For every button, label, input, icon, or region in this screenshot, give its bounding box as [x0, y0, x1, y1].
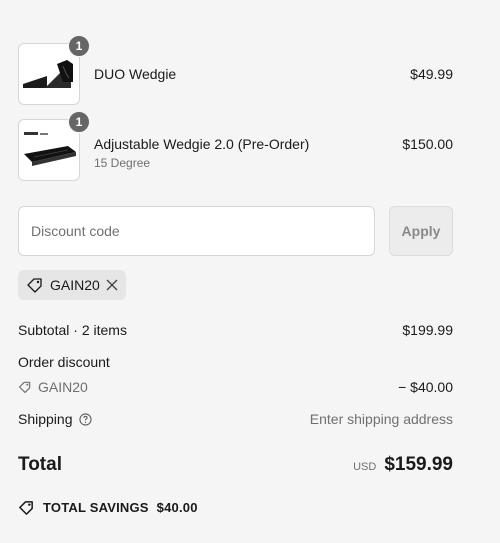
item-thumbnail-wrap: 1 — [18, 111, 90, 181]
tag-icon — [18, 499, 35, 516]
total-row: Total USD $159.99 — [18, 454, 453, 476]
item-info: DUO Wedgie — [80, 43, 410, 83]
total-savings: TOTAL SAVINGS $40.00 — [18, 499, 198, 516]
discount-code-input[interactable] — [18, 206, 375, 256]
shipping-row: Shipping Enter shipping address — [18, 411, 453, 427]
help-icon[interactable] — [78, 412, 92, 426]
subtotal-row: Subtotal · 2 items $199.99 — [18, 322, 453, 338]
order-discount-row: Order discount — [18, 354, 453, 370]
item-price: $150.00 — [402, 136, 453, 152]
order-discount-code-row: GAIN20 − $40.00 — [18, 379, 453, 395]
savings-value: $40.00 — [156, 500, 198, 515]
order-discount-value: − $40.00 — [398, 379, 453, 395]
line-item: 1 DUO Wedgie $49.99 — [18, 35, 453, 105]
shipping-label: Shipping — [18, 411, 73, 427]
subtotal-value: $199.99 — [402, 322, 453, 338]
order-discount-code: GAIN20 — [38, 379, 88, 395]
applied-discount-chip: GAIN20 — [18, 270, 126, 300]
item-name: DUO Wedgie — [94, 66, 177, 82]
apply-discount-button[interactable]: Apply — [389, 206, 453, 256]
total-amount-group: USD $159.99 — [353, 454, 453, 476]
remove-discount-icon[interactable] — [106, 279, 118, 291]
order-discount-label: Order discount — [18, 354, 110, 370]
subtotal-label: Subtotal · 2 items — [18, 322, 127, 338]
quantity-badge: 1 — [68, 35, 90, 57]
tag-icon — [18, 380, 32, 394]
total-label: Total — [18, 454, 62, 475]
tag-icon — [26, 276, 44, 294]
quantity-badge: 1 — [68, 111, 90, 133]
applied-discount-code: GAIN20 — [50, 277, 100, 293]
currency-code: USD — [353, 461, 377, 473]
total-value: $159.99 — [384, 454, 453, 475]
item-variant: 15 Degree — [94, 156, 151, 170]
order-summary: 1 DUO Wedgie $49.99 1 Adjustable Wedgie … — [0, 0, 500, 543]
item-price: $49.99 — [410, 66, 453, 82]
item-thumbnail-wrap: 1 — [18, 35, 90, 105]
order-discount-code-line: GAIN20 — [18, 379, 88, 395]
item-name: Adjustable Wedgie 2.0 (Pre-Order) — [94, 136, 310, 152]
discount-form: Apply — [18, 206, 453, 256]
item-info: Adjustable Wedgie 2.0 (Pre-Order) 15 Deg… — [80, 119, 402, 170]
shipping-value: Enter shipping address — [309, 411, 453, 427]
line-item: 1 Adjustable Wedgie 2.0 (Pre-Order) 15 D… — [18, 111, 453, 181]
savings-label: TOTAL SAVINGS — [43, 500, 149, 515]
